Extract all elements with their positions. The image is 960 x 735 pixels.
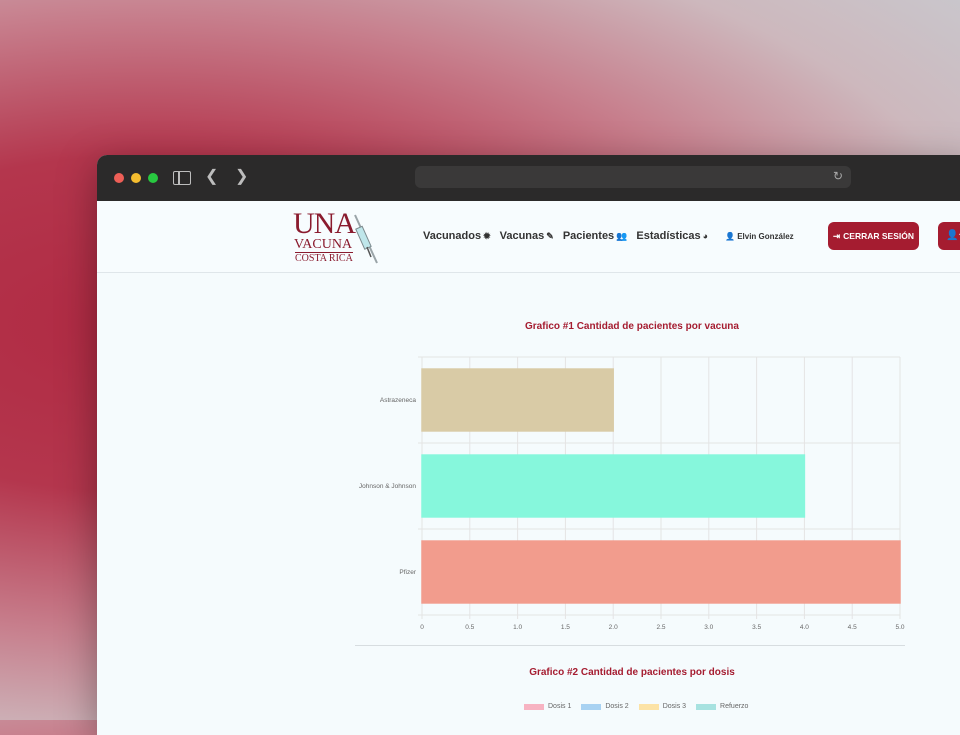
syringe-icon: ✎ — [546, 230, 554, 241]
x-tick-label: 1.5 — [561, 624, 570, 630]
nav-item-label: Pacientes — [562, 230, 615, 242]
logout-label: CERRAR SESIÓN — [843, 231, 914, 241]
legend-label: Dosis 3 — [662, 703, 687, 710]
syringe-logo-icon — [354, 214, 378, 264]
maximize-window-button[interactable] — [148, 173, 158, 183]
users-icon: 👥 — [616, 230, 628, 241]
nav-item-label: Vacunados — [423, 230, 482, 242]
legend-label: Refuerzo — [720, 703, 749, 710]
close-window-button[interactable] — [114, 173, 124, 183]
y-tick-label: Johnson & Johnson — [359, 483, 416, 490]
logo-line1: UNA — [293, 207, 356, 240]
sign-out-icon: ⇥ — [833, 230, 841, 241]
nav-menu: Vacunados ✹ Vacunas ✎ Pacientes 👥 Estadí… — [423, 230, 708, 242]
y-tick-label: Astrazeneca — [380, 397, 417, 404]
back-arrow-icon[interactable]: ❮ — [205, 168, 218, 186]
pie-chart-icon: ◕ — [702, 231, 709, 241]
chart1-svg: 0 0.5 1.0 1.5 2.0 2.5 3.0 3.5 4.0 4.5 5.0 Astrazene… — [359, 356, 905, 630]
browser-window: ❮ ❯ ↻ UNA VACUNA COSTA RICA Vacunados ✹ … — [97, 155, 960, 735]
chart2-title: Grafico #2 Cantidad de pacientes por dos… — [529, 667, 735, 678]
chart2-legend: Dosis 1 Dosis 2 Dosis 3 Refuerzo — [524, 703, 748, 710]
x-tick-label: 0.5 — [465, 624, 474, 630]
minimize-window-button[interactable] — [131, 173, 141, 183]
y-tick-label: Pfizer — [399, 569, 416, 576]
bar-johnson-johnson — [421, 454, 806, 518]
virus-icon: ✹ — [483, 230, 491, 241]
legend-item-dosis2[interactable]: Dosis 2 — [581, 703, 629, 710]
bar-astrazeneca — [421, 368, 614, 432]
user-name: Elvin González — [737, 232, 794, 241]
address-bar[interactable]: ↻ — [415, 166, 851, 188]
legend-swatch — [581, 703, 602, 710]
legend-label: Dosis 2 — [605, 703, 629, 710]
x-tick-label: 3.5 — [752, 624, 761, 630]
sidebar-toggle-icon[interactable] — [173, 171, 191, 185]
x-tick-label: 3.0 — [704, 624, 713, 630]
nav-item-pacientes[interactable]: Pacientes 👥 — [563, 230, 628, 242]
nav-item-label: Vacunas — [499, 230, 545, 242]
legend-item-refuerzo[interactable]: Refuerzo — [696, 703, 748, 710]
reload-icon[interactable]: ↻ — [833, 169, 843, 183]
x-tick-label: 4.5 — [848, 624, 857, 630]
nav-item-vacunas[interactable]: Vacunas ✎ — [500, 230, 554, 242]
logo-line3: COSTA RICA — [295, 252, 353, 264]
bar-pfizer — [421, 540, 901, 604]
x-tick-label: 0 — [420, 624, 424, 630]
legend-item-dosis3[interactable]: Dosis 3 — [638, 703, 687, 710]
logo-line2: VACUNA — [294, 237, 353, 252]
legend-item-dosis1[interactable]: Dosis 1 — [524, 703, 571, 710]
legend-swatch — [524, 703, 544, 710]
browser-titlebar: ❮ ❯ ↻ — [97, 155, 960, 201]
legend-swatch — [696, 703, 717, 710]
una-vacuna-logo[interactable]: UNA VACUNA COSTA RICA — [293, 207, 383, 265]
chart-divider — [355, 645, 905, 646]
legend-swatch — [638, 703, 659, 710]
x-tick-label: 5.0 — [895, 624, 904, 630]
x-tick-label: 1.0 — [513, 624, 522, 630]
chart1-title: Grafico #1 Cantidad de pacientes por vac… — [525, 321, 739, 332]
x-tick-label: 4.0 — [800, 624, 809, 630]
x-tick-label: 2.5 — [656, 624, 665, 630]
nav-item-vacunados[interactable]: Vacunados ✹ — [423, 230, 491, 242]
navbar: UNA VACUNA COSTA RICA Vacunados ✹ Vacuna… — [97, 201, 960, 273]
forward-arrow-icon[interactable]: ❯ — [235, 168, 248, 186]
add-user-button[interactable]: 👤+ — [938, 222, 960, 250]
add-user-icon: 👤+ — [946, 230, 960, 241]
logout-button[interactable]: ⇥ CERRAR SESIÓN — [828, 222, 919, 250]
nav-item-estadisticas[interactable]: Estadísticas ◕ — [636, 230, 708, 242]
user-info: 👤 Elvin González — [725, 232, 794, 241]
legend-label: Dosis 1 — [548, 703, 572, 710]
x-tick-label: 2.0 — [609, 624, 618, 630]
nav-item-label: Estadísticas — [636, 230, 701, 242]
user-icon: 👤 — [725, 232, 735, 241]
